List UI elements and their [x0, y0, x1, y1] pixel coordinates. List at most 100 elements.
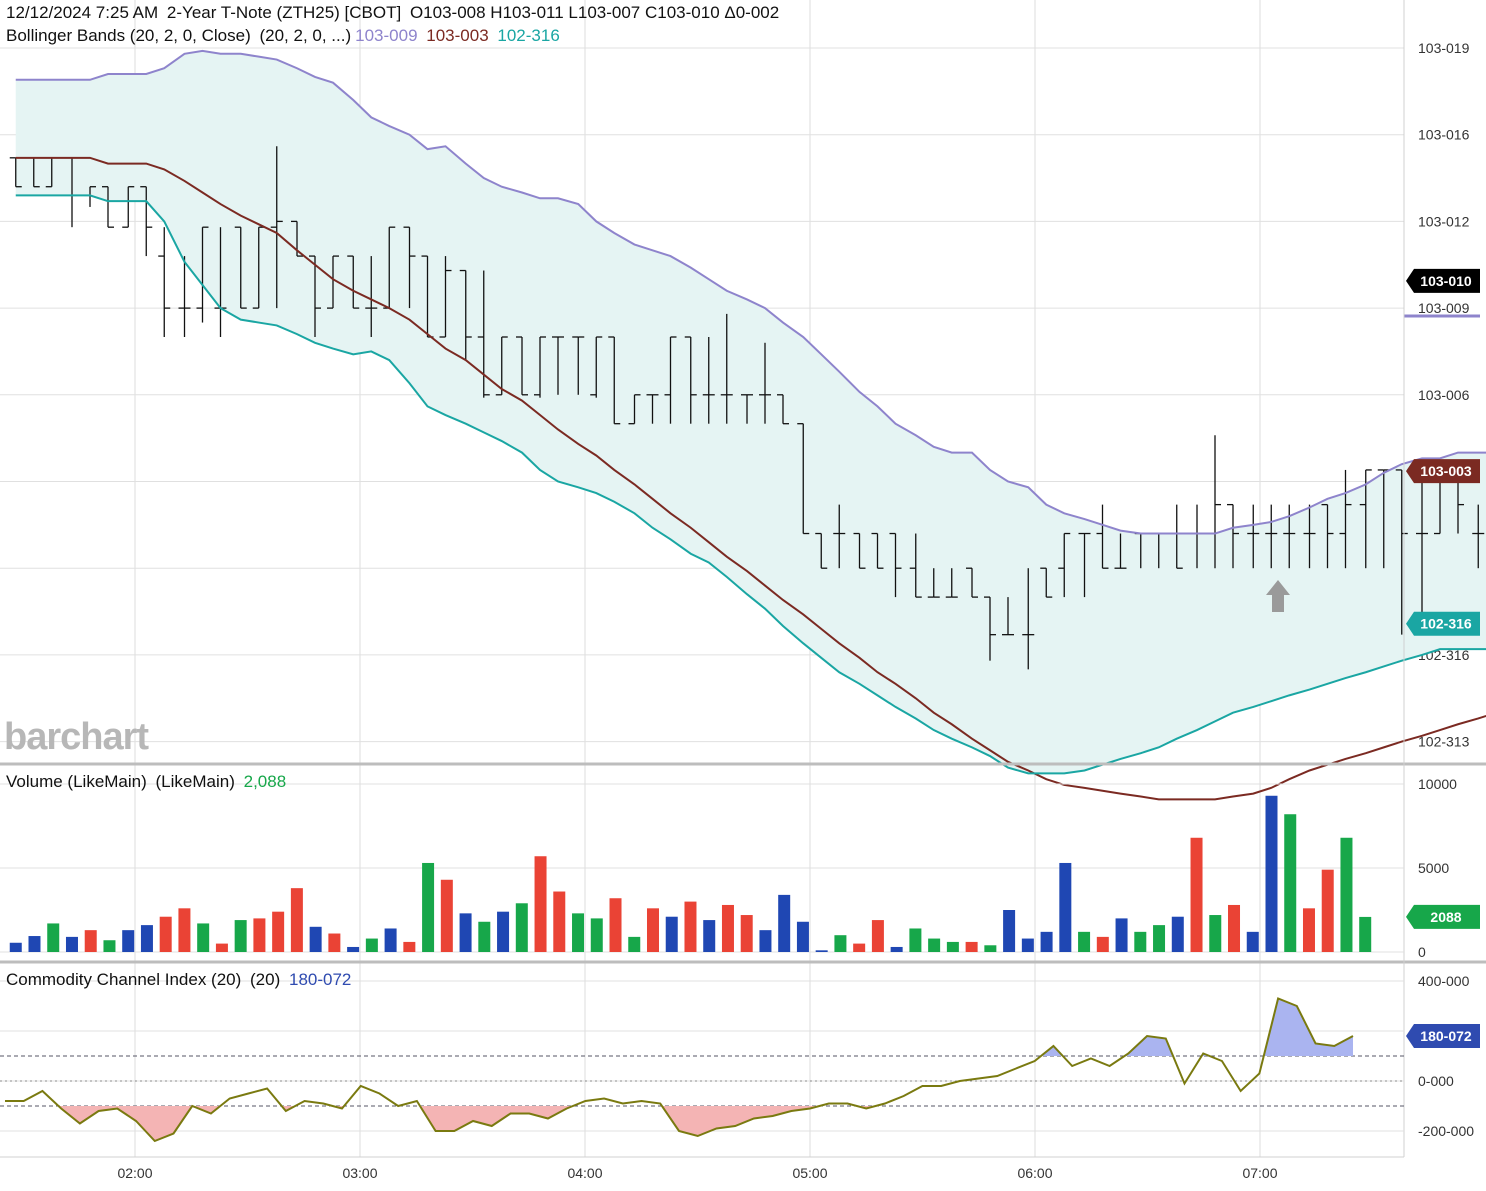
- volume-bar: [28, 936, 41, 952]
- volume-bar: [403, 941, 416, 952]
- volume-bar: [553, 891, 566, 952]
- volume-bar: [347, 946, 360, 952]
- volume-bar: [84, 930, 97, 952]
- volume-bar: [1096, 936, 1109, 952]
- volume-bar: [759, 930, 772, 952]
- time-tick-label: 06:00: [1017, 1165, 1052, 1181]
- volume-bar: [703, 920, 716, 952]
- volume-bar: [1153, 925, 1166, 952]
- volume-bar: [984, 945, 997, 952]
- chart-canvas[interactable]: 02:00 03:00 04:00 05:00 06:00 07:00 103-019 103…: [0, 0, 1486, 1191]
- volume-tick-label: 0: [1418, 944, 1426, 960]
- cci-tick-label: 400-000: [1418, 973, 1470, 989]
- volume-bar: [853, 943, 866, 952]
- volume-bar: [1265, 795, 1278, 952]
- price-tick-label: 102-313: [1418, 734, 1470, 750]
- volume-bar: [459, 913, 472, 952]
- volume-bar: [159, 916, 172, 952]
- cci-value: 180-072: [288, 970, 352, 989]
- cci-tick-label: 0-000: [1418, 1073, 1454, 1089]
- volume-bar: [103, 940, 116, 952]
- volume-bar: [140, 925, 153, 952]
- volume-tick-label: 5000: [1418, 860, 1449, 876]
- volume-bar: [871, 920, 884, 952]
- volume-bar: [890, 946, 903, 952]
- volume-bar: [909, 928, 922, 952]
- volume-bar: [215, 943, 228, 952]
- volume-bar: [778, 894, 791, 952]
- price-tick-label: 103-016: [1418, 127, 1470, 143]
- volume-tag: 2088: [1430, 909, 1461, 925]
- volume-bar: [721, 904, 734, 952]
- time-tick-label: 03:00: [342, 1165, 377, 1181]
- bollinger-label[interactable]: Bollinger Bands (20, 2, 0, Close): [6, 26, 251, 45]
- volume-bar: [1246, 931, 1259, 952]
- bollinger-middle-value: 103-003: [426, 26, 489, 45]
- volume-bar: [290, 888, 303, 952]
- volume-bar: [928, 938, 941, 952]
- volume-bar: [440, 879, 453, 952]
- volume-bar: [497, 911, 510, 952]
- volume-bar: [1115, 918, 1128, 952]
- volume-bar: [834, 935, 847, 952]
- volume-bar: [9, 942, 22, 952]
- price-tag: 102-316: [1420, 616, 1472, 632]
- volume-bar: [365, 938, 378, 952]
- volume-bar: [122, 930, 135, 952]
- time-tick-label: 07:00: [1242, 1165, 1277, 1181]
- price-tag: 103-003: [1420, 463, 1472, 479]
- header-instrument[interactable]: 2-Year T-Note (ZTH25) [CBOT]: [167, 3, 401, 22]
- volume-params: (LikeMain): [155, 772, 235, 791]
- volume-bar: [253, 918, 266, 952]
- volume-label[interactable]: Volume (LikeMain): [6, 772, 147, 791]
- volume-bar: [1059, 862, 1072, 952]
- volume-bar: [197, 923, 210, 952]
- volume-bar: [1321, 869, 1334, 952]
- volume-bar: [646, 908, 659, 952]
- bollinger-lower-value: 102-316: [497, 26, 560, 45]
- volume-bar: [1190, 837, 1203, 952]
- volume-bar: [534, 856, 547, 952]
- volume-bar: [965, 941, 978, 952]
- price-tick-label: 103-019: [1418, 40, 1470, 56]
- cci-label[interactable]: Commodity Channel Index (20): [6, 970, 241, 989]
- time-tick-label: 05:00: [792, 1165, 827, 1181]
- volume-bar: [272, 911, 285, 952]
- header-ohlc: O103-008 H103-011 L103-007 C103-010 Δ0-0…: [409, 3, 780, 22]
- volume-bar: [1171, 916, 1184, 952]
- volume-bar: [422, 862, 435, 952]
- bollinger-params: (20, 2, 0, ...): [259, 26, 352, 45]
- volume-bar: [684, 901, 697, 952]
- cci-header: Commodity Channel Index (20) (20) 180-07…: [6, 970, 355, 990]
- volume-bar: [384, 928, 397, 952]
- volume-tick-label: 10000: [1418, 776, 1457, 792]
- volume-bar: [234, 920, 247, 952]
- volume-bar: [815, 950, 828, 952]
- volume-bar: [1284, 814, 1297, 952]
- volume-bar: [609, 898, 622, 952]
- volume-bar: [478, 921, 491, 952]
- volume-bar: [590, 918, 603, 952]
- volume-bar: [796, 921, 809, 952]
- volume-bar: [1040, 931, 1053, 952]
- volume-bar: [1134, 931, 1147, 952]
- price-header: 12/12/2024 7:25 AM 2-Year T-Note (ZTH25)…: [6, 3, 783, 23]
- volume-bar: [1209, 915, 1222, 952]
- volume-value: 2,088: [243, 772, 287, 791]
- bollinger-upper-value: 103-009: [355, 26, 418, 45]
- bollinger-band-fill: [15, 50, 1486, 774]
- time-tick-label: 02:00: [117, 1165, 152, 1181]
- volume-bar: [1003, 910, 1016, 952]
- volume-bar: [572, 913, 585, 952]
- volume-bar: [740, 915, 753, 952]
- volume-bar: [309, 926, 322, 952]
- volume-bar: [515, 903, 528, 952]
- volume-bar: [628, 936, 641, 952]
- volume-bar: [665, 916, 678, 952]
- volume-bar: [178, 908, 191, 952]
- volume-bar: [1228, 904, 1241, 952]
- volume-bar: [1021, 938, 1034, 952]
- price-tag: 103-010: [1420, 273, 1472, 289]
- ohlc-bar: [158, 227, 171, 337]
- volume-bar: [1340, 837, 1353, 952]
